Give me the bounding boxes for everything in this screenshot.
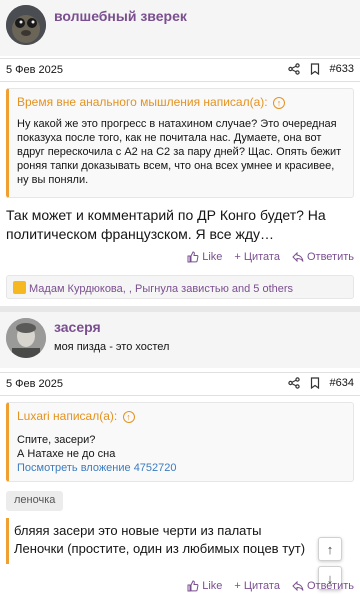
thumbs-up-icon (187, 580, 199, 592)
post1-quote-text: Ну какой же это прогресс в натахином слу… (17, 118, 342, 186)
post1-reactions[interactable]: Мадам Курдюкова, , Рыгнула завистью and … (6, 275, 354, 299)
post1-date[interactable]: 5 Фев 2025 (6, 64, 63, 76)
plus-icon: + (234, 251, 241, 263)
post1-number[interactable]: #633 (330, 63, 354, 75)
post2-number[interactable]: #634 (330, 377, 354, 389)
post2-quote-line1: Спите, засери? (17, 434, 96, 446)
post1-avatar[interactable] (6, 5, 46, 45)
share-icon[interactable] (287, 63, 300, 75)
post2-actions: Like + Цитата Ответить (187, 580, 354, 592)
quote-button[interactable]: + Цитата (234, 251, 280, 263)
thumbs-up-icon (187, 251, 199, 263)
post1-username[interactable]: волшебный зверек (54, 8, 187, 24)
quote-button[interactable]: + Цитата (234, 580, 280, 592)
scroll-up-button[interactable]: ↑ (318, 537, 342, 561)
post2-quote: Luxari написал(а): ↑ Спите, засери? А На… (6, 402, 354, 482)
reply-button[interactable]: Ответить (292, 251, 354, 263)
thumbs-up-reaction-icon (13, 281, 26, 294)
post1-quote: Время вне анального мышления написал(а):… (6, 88, 354, 198)
bookmark-icon[interactable] (310, 377, 320, 389)
post2-attachment-link[interactable]: Посмотреть вложение 4752720 (17, 461, 345, 475)
post1-meta-row: 5 Фев 2025 #633 (0, 58, 360, 82)
post2-username[interactable]: засеря (54, 319, 101, 335)
arrow-up-circle-icon[interactable]: ↑ (122, 411, 135, 423)
post2-date[interactable]: 5 Фев 2025 (6, 378, 63, 390)
bookmark-icon[interactable] (310, 63, 320, 75)
reply-icon (292, 252, 304, 262)
post1-message: Так может и комментарий по ДР Конго буде… (6, 207, 326, 242)
like-button[interactable]: Like (187, 580, 222, 592)
post2-message: бляяя засери это новые черти из палаты Л… (14, 523, 306, 556)
post2-avatar[interactable] (6, 318, 46, 358)
post2-user-header: засеря моя пизда - это хостел (0, 312, 360, 368)
post2-message-bar (6, 518, 9, 564)
post2-tag[interactable]: леночка (6, 491, 64, 511)
reply-icon (292, 581, 304, 591)
plus-icon: + (234, 580, 241, 592)
post2-meta-row: 5 Фев 2025 #634 (0, 372, 360, 396)
post2-quote-author[interactable]: Luxari написал(а): ↑ (17, 409, 135, 423)
post2-quote-body: Спите, засери? А Натахе не до сна Посмот… (17, 433, 345, 475)
post1-quote-author[interactable]: Время вне анального мышления написал(а):… (17, 95, 285, 109)
reply-button[interactable]: Ответить (292, 580, 354, 592)
post1-actions: Like + Цитата Ответить (187, 251, 354, 263)
post2-user-title: моя пизда - это хостел (54, 341, 170, 353)
arrow-up-circle-icon[interactable]: ↑ (272, 97, 285, 109)
arrow-up-icon: ↑ (326, 541, 334, 557)
post2-quote-line2: А Натахе не до сна (17, 448, 116, 460)
share-icon[interactable] (287, 377, 300, 389)
post1-user-header: волшебный зверек (0, 0, 360, 56)
like-button[interactable]: Like (187, 251, 222, 263)
